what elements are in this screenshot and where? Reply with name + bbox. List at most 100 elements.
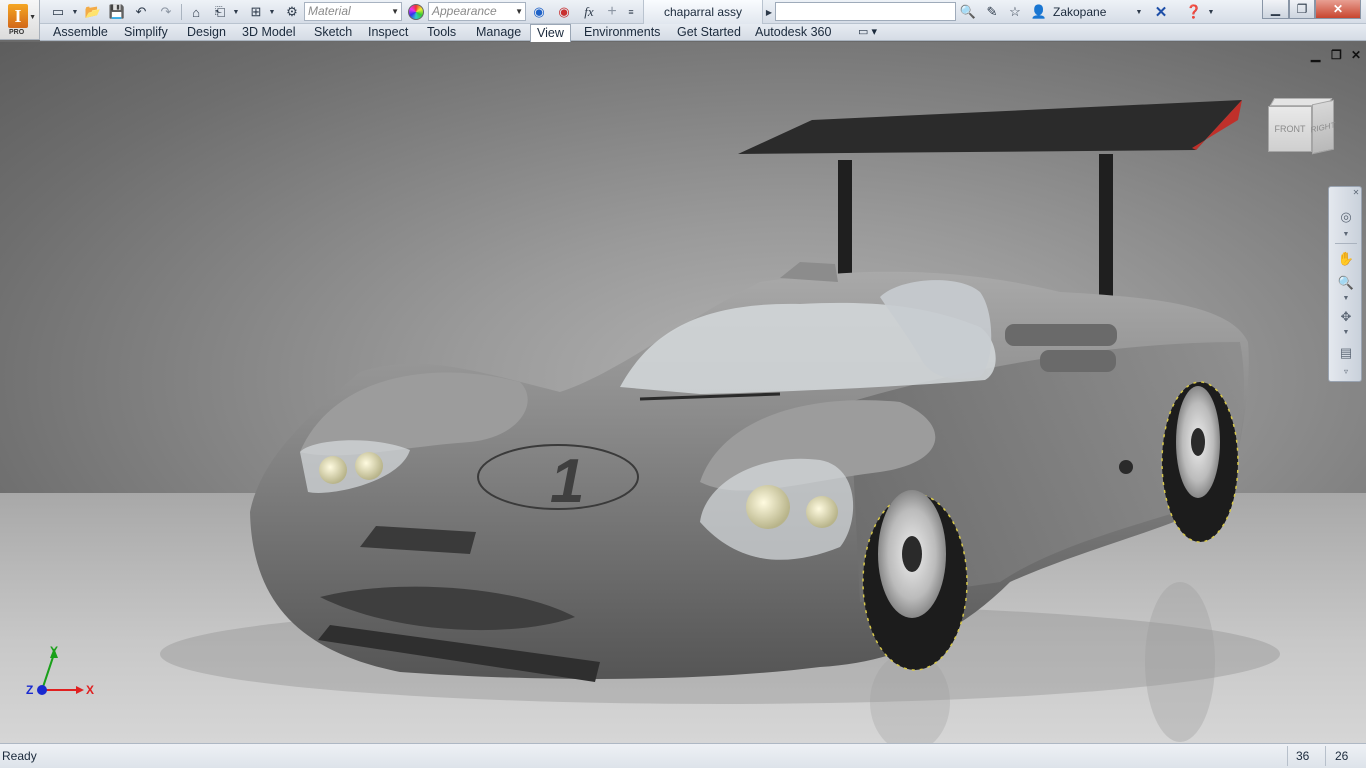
exchange-apps-icon[interactable]: ✕ (1151, 3, 1171, 21)
viewcube-right-face[interactable]: RIGHT (1311, 99, 1335, 155)
wing-strut (1099, 154, 1113, 314)
graphics-viewport[interactable]: 1 ▁ ❐ ✕ FRONT RIGHT ✕ ◎ ▼ ✋ 🔍 ▼ ✥ ▼ ▤ ▿ … (0, 42, 1366, 743)
close-icon[interactable]: ✕ (1351, 187, 1361, 197)
tab-3d-model[interactable]: 3D Model (236, 24, 302, 41)
tab-get-started[interactable]: Get Started (671, 24, 747, 41)
occurrence-count: 36 (1296, 749, 1310, 763)
chevron-down-icon[interactable]: ▼ (1134, 3, 1144, 21)
toolbar-divider (181, 4, 182, 20)
parameters-icon[interactable]: fx (579, 3, 599, 21)
chevron-down-icon: ▼ (515, 7, 523, 16)
subscription-center-icon[interactable]: ✎ (983, 3, 1001, 21)
tab-inspect[interactable]: Inspect (362, 24, 414, 41)
document-title: chaparral assy (643, 0, 763, 24)
status-text: Ready (2, 749, 37, 763)
user-icon[interactable]: 👤 (1030, 3, 1048, 21)
edition-badge: PRO (9, 29, 25, 36)
x-axis-arrow (76, 686, 84, 694)
return-icon[interactable]: ⎗ (211, 3, 229, 21)
status-divider (1325, 746, 1326, 766)
favorites-star-icon[interactable]: ☆ (1006, 3, 1024, 21)
fuel-cap (1119, 460, 1133, 474)
open-folder-icon[interactable]: 📂 (84, 3, 102, 21)
material-dropdown[interactable]: Material ▼ (304, 2, 402, 21)
tab-manage[interactable]: Manage (470, 24, 527, 41)
tab-simplify[interactable]: Simplify (118, 24, 174, 41)
select-mode-icon[interactable]: ⊞ (247, 3, 265, 21)
undo-icon[interactable]: ↶ (132, 3, 150, 21)
wing-strut (838, 160, 852, 280)
y-axis-line (41, 653, 55, 691)
open-documents-count: 26 (1335, 749, 1349, 763)
user-name[interactable]: Zakopane (1053, 5, 1106, 19)
viewcube-front-face[interactable]: FRONT (1268, 106, 1312, 152)
chevron-down-icon[interactable]: ▼ (70, 3, 80, 21)
customize-nav-icon[interactable]: ▿ (1336, 365, 1356, 377)
steering-wheel-icon[interactable]: ◎ (1336, 207, 1356, 227)
chevron-down-icon: ▼ (391, 7, 399, 16)
rear-wing (738, 100, 1242, 154)
tab-tools[interactable]: Tools (421, 24, 462, 41)
status-divider (1287, 746, 1288, 766)
clear-appearance-icon[interactable]: ◉ (555, 3, 573, 21)
home-icon[interactable]: ⌂ (187, 3, 205, 21)
chevron-down-icon[interactable]: ▼ (231, 3, 241, 21)
status-bar: Ready 36 26 (0, 743, 1366, 768)
chevron-down-icon[interactable]: ▼ (1336, 327, 1356, 337)
measure-icon[interactable]: + (603, 3, 621, 21)
close-button[interactable]: ✕ (1315, 0, 1361, 19)
tab-sketch[interactable]: Sketch (308, 24, 358, 41)
chevron-right-icon[interactable]: ▶ (764, 3, 774, 21)
update-icon[interactable]: ⚙ (283, 3, 301, 21)
chevron-down-icon[interactable]: ▼ (1336, 293, 1356, 303)
title-bar: I PRO ▼ ▭ ▼ 📂 💾 ↶ ↷ ⌂ ⎗ ▼ ⊞ ▼ ⚙ Material… (0, 0, 1366, 40)
axis-triad: Y X Z (24, 644, 104, 704)
search-input[interactable] (775, 2, 956, 21)
left-headlamp (319, 456, 347, 484)
inventor-logo-icon: I (8, 4, 28, 28)
y-axis-label: Y (50, 644, 59, 658)
nav-divider (1335, 243, 1357, 244)
new-file-icon[interactable]: ▭ (48, 3, 68, 21)
tab-assemble[interactable]: Assemble (47, 24, 114, 41)
customize-toolbar-icon[interactable]: ≡ (625, 3, 637, 21)
navigation-bar: ✕ ◎ ▼ ✋ 🔍 ▼ ✥ ▼ ▤ ▿ (1328, 186, 1362, 382)
chevron-down-icon[interactable]: ▼ (1206, 3, 1216, 21)
save-icon[interactable]: 💾 (108, 3, 126, 21)
side-vent (1040, 350, 1116, 372)
tab-design[interactable]: Design (181, 24, 232, 41)
adjust-appearance-icon[interactable]: ◉ (530, 3, 548, 21)
appearance-placeholder: Appearance (432, 4, 497, 18)
wheel-reflection (1145, 582, 1215, 742)
appearance-color-icon[interactable] (408, 4, 424, 20)
ribbon-display-toggle-icon[interactable]: ▭ ▾ (852, 24, 883, 41)
tab-autodesk-360[interactable]: Autodesk 360 (749, 24, 837, 41)
pan-hand-icon[interactable]: ✋ (1336, 249, 1356, 269)
look-at-icon[interactable]: ▤ (1336, 343, 1356, 363)
doc-restore-icon[interactable]: ❐ (1331, 48, 1342, 62)
left-headlamp (355, 452, 383, 480)
ribbon-tab-bar: Assemble Simplify Design 3D Model Sketch… (40, 24, 1366, 42)
front-hub (902, 536, 922, 572)
zoom-icon[interactable]: 🔍 (1336, 273, 1356, 293)
chevron-down-icon[interactable]: ▼ (267, 3, 277, 21)
doc-close-icon[interactable]: ✕ (1351, 48, 1361, 62)
tab-environments[interactable]: Environments (578, 24, 666, 41)
tab-view[interactable]: View (530, 24, 571, 42)
material-placeholder: Material (308, 4, 351, 18)
car-model[interactable]: 1 (0, 42, 1366, 743)
appearance-dropdown[interactable]: Appearance ▼ (428, 2, 526, 21)
doc-minimize-icon[interactable]: ▁ (1311, 48, 1320, 62)
viewcube[interactable]: FRONT RIGHT (1268, 98, 1335, 158)
help-icon[interactable]: ❓ (1184, 3, 1204, 21)
search-icon[interactable]: 🔍 (959, 3, 977, 21)
chevron-down-icon[interactable]: ▼ (1336, 229, 1356, 239)
right-headlamp (746, 485, 790, 529)
restore-button[interactable]: ❐ (1289, 0, 1315, 19)
z-axis-dot (37, 685, 47, 695)
minimize-button[interactable]: ▁ (1262, 0, 1289, 19)
orbit-icon[interactable]: ✥ (1336, 307, 1356, 327)
application-menu-button[interactable]: I PRO ▼ (0, 0, 40, 40)
redo-icon[interactable]: ↷ (157, 3, 175, 21)
side-vent (1005, 324, 1117, 346)
